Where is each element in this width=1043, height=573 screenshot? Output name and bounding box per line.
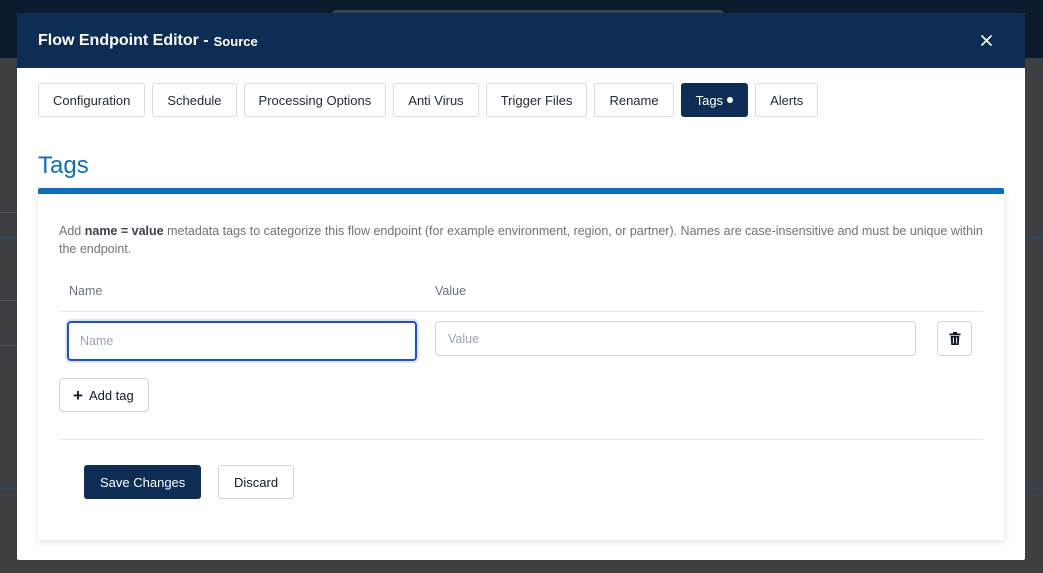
background-divider (0, 212, 17, 213)
section-title: Tags (38, 152, 89, 179)
tab-trigger-files[interactable]: Trigger Files (485, 83, 588, 117)
tags-description: Add name = value metadata tags to catego… (59, 222, 989, 258)
tab-tags[interactable]: Tags (680, 83, 749, 117)
discard-button[interactable]: Discard (218, 465, 295, 499)
tab-bar: Configuration Schedule Processing Option… (38, 83, 819, 117)
tab-rename[interactable]: Rename (594, 83, 674, 117)
tab-label: Tags (695, 92, 724, 108)
close-button[interactable] (977, 31, 995, 49)
tab-label: Processing Options (258, 92, 372, 108)
background-divider (0, 345, 17, 346)
modal-title: Flow Endpoint Editor - (38, 31, 209, 49)
header-divider (59, 311, 983, 312)
add-tag-button[interactable]: + Add tag (59, 378, 149, 412)
tab-label: Rename (609, 92, 659, 108)
footer-divider (59, 439, 983, 440)
tab-label: Trigger Files (500, 92, 573, 108)
name-column-header: Name (69, 284, 103, 298)
trash-icon (949, 332, 960, 345)
flow-endpoint-editor-modal: Flow Endpoint Editor - Source Configurat… (17, 13, 1025, 560)
description-text: metadata tags to categorize this flow en… (59, 224, 983, 256)
tab-processing-options[interactable]: Processing Options (243, 83, 387, 117)
save-changes-button[interactable]: Save Changes (84, 465, 202, 499)
delete-tag-button[interactable] (937, 321, 972, 356)
modal-subtitle: Source (213, 34, 258, 49)
tab-schedule[interactable]: Schedule (152, 83, 237, 117)
description-bold: name = value (84, 224, 164, 238)
background-divider (0, 300, 17, 301)
tag-value-input[interactable] (435, 321, 916, 356)
tags-card: Add name = value metadata tags to catego… (38, 188, 1004, 540)
tab-label: Schedule (167, 92, 222, 108)
add-tag-label: Add tag (88, 387, 134, 403)
tag-name-input[interactable] (67, 321, 417, 361)
tab-anti-virus[interactable]: Anti Virus (393, 83, 479, 117)
unsaved-indicator-dot (727, 97, 734, 103)
tab-label: Configuration (53, 92, 131, 108)
close-icon (980, 34, 992, 46)
tab-alerts[interactable]: Alerts (755, 83, 819, 117)
tab-configuration[interactable]: Configuration (38, 83, 146, 117)
tab-label: Alerts (770, 92, 804, 108)
description-prefix: Add (59, 224, 82, 238)
tab-label: Anti Virus (408, 92, 464, 108)
value-column-header: Value (435, 284, 467, 298)
plus-icon: + (73, 385, 83, 405)
modal-header: Flow Endpoint Editor - Source (17, 13, 1025, 68)
